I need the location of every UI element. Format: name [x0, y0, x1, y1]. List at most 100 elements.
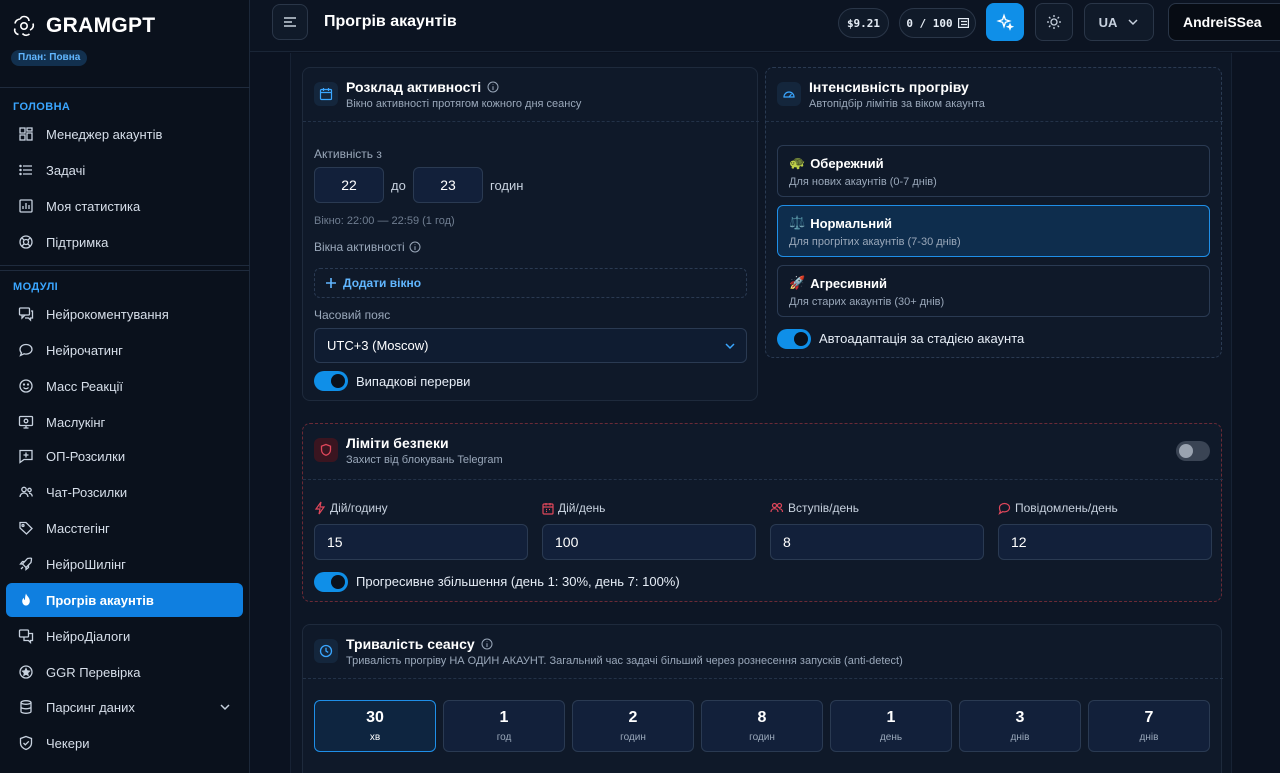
random-breaks-label: Випадкові перерви — [356, 374, 471, 389]
plus-icon — [326, 278, 336, 288]
duration-option[interactable]: 1 год — [443, 700, 565, 752]
duration-option[interactable]: 2 годин — [572, 700, 694, 752]
sidebar-item-neurocommenting[interactable]: Нейрокоментування — [6, 297, 243, 331]
actions-per-hour-input[interactable]: 15 — [314, 524, 528, 560]
safety-limits-toggle[interactable] — [1176, 441, 1210, 461]
sidebar-item-data-parsing[interactable]: Парсинг даних — [6, 690, 243, 724]
sidebar-item-support[interactable]: Підтримка — [6, 225, 243, 259]
sparkle-icon — [996, 13, 1014, 31]
message-plus-icon — [18, 448, 34, 464]
duration-option[interactable]: 1 день — [830, 700, 952, 752]
sidebar-item-ggr-check[interactable]: GGR Перевірка — [6, 655, 243, 689]
sidebar-item-tasks[interactable]: Задачі — [6, 153, 243, 187]
main-content: Розклад активності Вікно активності прот… — [290, 53, 1232, 773]
menu-icon — [284, 17, 296, 27]
duration-value: 3 — [1015, 709, 1025, 726]
divider — [303, 479, 1223, 480]
auto-adapt-toggle[interactable] — [777, 329, 811, 349]
list-icon — [957, 18, 969, 28]
sidebar-item-chat-mailings[interactable]: Чат-Розсилки — [6, 475, 243, 509]
progressive-increase-toggle[interactable] — [314, 572, 348, 592]
actions-per-day-input[interactable]: 100 — [542, 524, 756, 560]
intensity-option-title: ⚖️ Нормальний — [789, 215, 892, 231]
intensity-option-aggressive[interactable]: 🚀 Агресивний Для старих акаунтів (30+ дн… — [777, 265, 1210, 317]
intensity-option-title-text: Агресивний — [810, 275, 888, 291]
intensity-option-normal[interactable]: ⚖️ Нормальний Для прогрітих акаунтів (7-… — [777, 205, 1210, 257]
users-icon — [18, 484, 34, 500]
duration-unit: годин — [620, 732, 646, 743]
intensity-option-desc: Для старих акаунтів (30+ днів) — [789, 296, 945, 308]
add-window-button[interactable]: Додати вікно — [314, 268, 747, 298]
sidebar-item-checkers[interactable]: Чекери — [6, 726, 243, 760]
duration-unit: днів — [1010, 732, 1030, 743]
sidebar-item-op-mailings[interactable]: ОП-Розсилки — [6, 439, 243, 473]
language-select[interactable]: UA — [1084, 3, 1154, 41]
progressive-increase-label: Прогресивне збільшення (день 1: 30%, ден… — [356, 574, 680, 589]
balance-badge[interactable]: $9.21 — [838, 8, 889, 38]
sidebar-divider — [0, 265, 250, 266]
schedule-subtitle: Вікно активності протягом кожного дня се… — [346, 98, 582, 110]
calendar-icon — [542, 502, 554, 515]
sidebar-item-statistics[interactable]: Моя статистика — [6, 189, 243, 223]
sidebar-item-label: НейроШилінг — [46, 556, 126, 572]
sidebar-item-label: Маслукінг — [46, 414, 106, 430]
quota-badge[interactable]: 0 / 100 — [899, 8, 976, 38]
topbar: Прогрів акаунтів $9.21 0 / 100 UA Andrei… — [250, 0, 1280, 52]
from-hour-input[interactable]: 22 — [314, 167, 384, 203]
divider — [303, 678, 1223, 679]
windows-label-text: Вікна активності — [314, 240, 405, 254]
sun-icon — [1047, 15, 1061, 29]
tag-icon — [18, 520, 34, 536]
add-window-label: Додати вікно — [343, 276, 422, 290]
duration-option[interactable]: 7 днів — [1088, 700, 1210, 752]
info-icon[interactable] — [409, 241, 421, 253]
speedometer-icon — [777, 82, 801, 106]
chevron-down-icon[interactable] — [219, 701, 231, 713]
intensity-option-title: 🚀 Агресивний — [789, 275, 887, 291]
sidebar-item-masstagging[interactable]: Масстегінг — [6, 511, 243, 545]
sidebar-item-label: Задачі — [46, 162, 86, 178]
to-hour-input[interactable]: 23 — [413, 167, 483, 203]
duration-option[interactable]: 8 годин — [701, 700, 823, 752]
chevron-down-icon — [725, 343, 735, 350]
user-menu-button[interactable]: AndreiSSea — [1168, 3, 1280, 41]
duration-value: 8 — [757, 709, 767, 726]
session-duration-subtitle: Тривалість прогріву НА ОДИН АКАУНТ. Зага… — [346, 655, 903, 667]
sidebar-item-neuroshilling[interactable]: НейроШилінг — [6, 547, 243, 581]
sidebar-item-account-manager[interactable]: Менеджер акаунтів — [6, 117, 243, 151]
duration-unit: день — [879, 732, 903, 743]
timezone-select[interactable]: UTC+3 (Moscow) — [314, 328, 747, 363]
actions-per-hour-label: Дій/годину — [314, 501, 388, 515]
session-duration-title: Тривалість сеансу — [346, 636, 493, 652]
random-breaks-toggle[interactable] — [314, 371, 348, 391]
duration-unit: днів — [1139, 732, 1159, 743]
sidebar-item-neurochatting[interactable]: Нейрочатинг — [6, 333, 243, 367]
calendar-icon — [314, 82, 338, 106]
intensity-option-title-text: Нормальний — [810, 215, 893, 231]
ai-sparkle-button[interactable] — [986, 3, 1024, 41]
sidebar-item-masslooking[interactable]: Маслукінг — [6, 405, 243, 439]
sidebar-item-label: Чат-Розсилки — [46, 484, 128, 500]
intensity-option-careful[interactable]: 🐢 Обережний Для нових акаунтів (0-7 днів… — [777, 145, 1210, 197]
sidebar-item-label: НейроДіалоги — [46, 628, 131, 644]
theme-toggle-button[interactable] — [1035, 3, 1073, 41]
sidebar-item-label: Парсинг даних — [46, 699, 135, 715]
duration-option[interactable]: 3 днів — [959, 700, 1081, 752]
messages-per-day-input[interactable]: 12 — [998, 524, 1212, 560]
timezone-label: Часовий пояс — [314, 308, 391, 322]
sidebar-item-account-warmup[interactable]: Прогрів акаунтів — [6, 583, 243, 617]
sidebar-item-label: Чекери — [46, 735, 90, 751]
session-duration-title-text: Тривалість сеансу — [346, 636, 475, 652]
info-icon[interactable] — [481, 638, 493, 650]
sidebar-item-neurodialogs[interactable]: НейроДіалоги — [6, 619, 243, 653]
brand[interactable]: GRAMGPT — [12, 14, 155, 38]
duration-value: 1 — [886, 709, 896, 726]
sidebar-toggle-button[interactable] — [272, 4, 308, 40]
sidebar-item-mass-reactions[interactable]: Масс Реакції — [6, 369, 243, 403]
intensity-option-desc: Для прогрітих акаунтів (7-30 днів) — [789, 236, 961, 248]
sidebar-item-label: Прогрів акаунтів — [46, 592, 154, 608]
chat-bubble-icon — [18, 342, 34, 358]
joins-per-day-input[interactable]: 8 — [770, 524, 984, 560]
info-icon[interactable] — [487, 81, 499, 93]
duration-option[interactable]: 30 хв — [314, 700, 436, 752]
